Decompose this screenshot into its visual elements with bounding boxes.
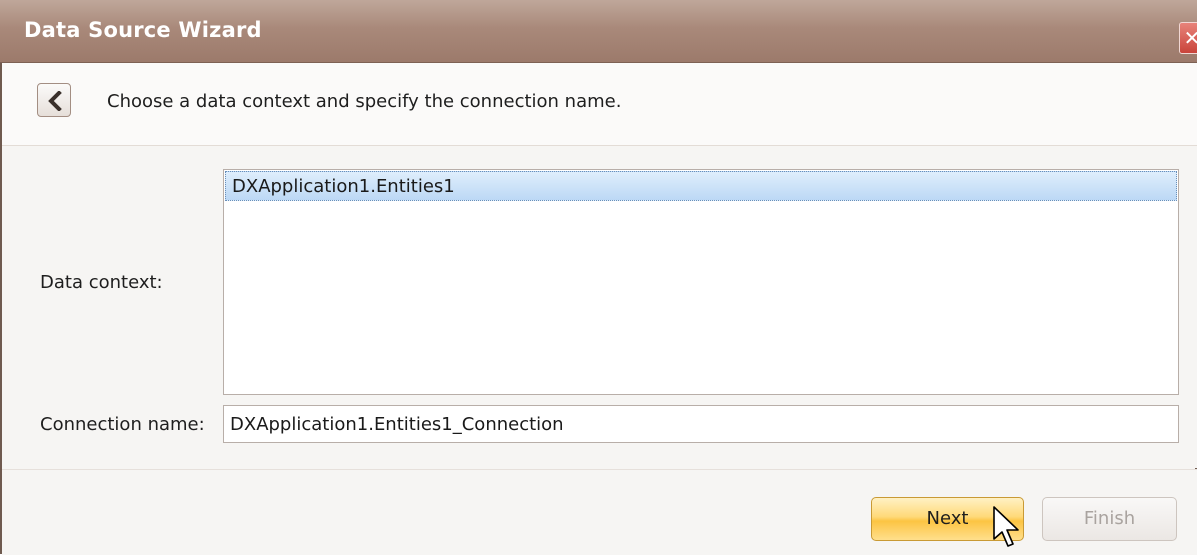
chevron-left-icon [48,91,62,111]
data-context-listbox[interactable]: DXApplication1.Entities1 [223,169,1179,395]
window-title: Data Source Wizard [24,18,262,42]
close-button[interactable]: ✕ [1179,22,1197,54]
list-item[interactable]: DXApplication1.Entities1 [225,171,1177,201]
wizard-instruction: Choose a data context and specify the co… [107,91,622,112]
data-source-wizard-window: Data Source Wizard ✕ Choose a data conte… [0,0,1197,555]
connection-name-field[interactable] [223,405,1179,443]
wizard-header: Choose a data context and specify the co… [2,63,1197,146]
list-item-label: DXApplication1.Entities1 [232,176,455,197]
wizard-content: Data context: DXApplication1.Entities1 C… [2,146,1197,468]
finish-button[interactable]: Finish [1042,497,1177,541]
data-context-label: Data context: [40,272,163,293]
close-icon: ✕ [1183,26,1197,50]
connection-name-label: Connection name: [40,414,205,435]
mouse-cursor-icon [993,506,1019,547]
title-bar[interactable]: Data Source Wizard ✕ [0,0,1197,63]
back-button[interactable] [37,83,71,117]
